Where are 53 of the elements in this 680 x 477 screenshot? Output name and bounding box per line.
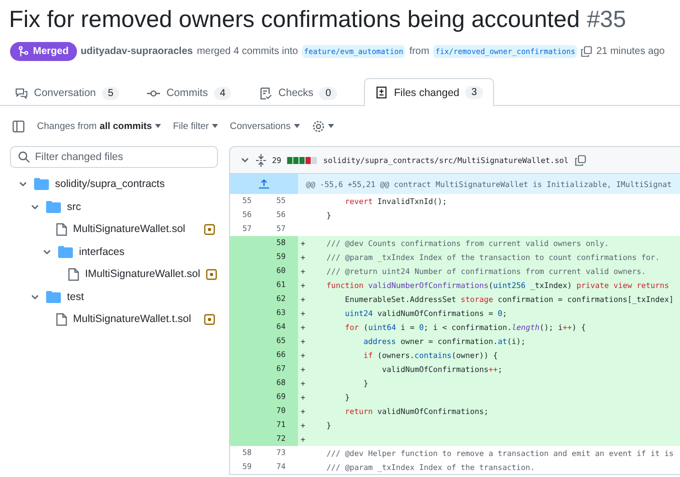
speech-bubbles-icon (15, 86, 28, 100)
caret-icon (328, 124, 334, 128)
from-label: from (409, 46, 430, 56)
folder-name[interactable]: src (67, 200, 81, 213)
file-icon (56, 312, 67, 326)
author-link[interactable]: udityadav-supraoracles (80, 46, 193, 56)
folder-name[interactable]: solidity/supra_contracts (55, 178, 165, 190)
file-diff-icon (375, 86, 388, 99)
file-name[interactable]: IMultiSignatureWallet.sol (85, 268, 200, 280)
changes-dropdown[interactable]: Changes from all commits (37, 118, 161, 134)
pr-number: #35 (586, 6, 626, 32)
tab[interactable]: Checks 0 (248, 79, 348, 106)
merged-badge: Merged (10, 42, 77, 60)
diffstat-icon (287, 156, 318, 164)
conversations-dropdown[interactable]: Conversations (230, 118, 300, 134)
tab-count: 5 (102, 86, 120, 100)
folder-icon (46, 200, 61, 213)
sidebar-toggle-icon[interactable] (12, 120, 25, 132)
folder-icon (34, 178, 49, 190)
expand-all-icon[interactable] (256, 154, 266, 166)
caret-icon (294, 124, 300, 128)
file-icon (56, 222, 67, 236)
file-icon (68, 268, 79, 281)
tab-count: 3 (465, 86, 483, 99)
checklist-icon (259, 86, 272, 100)
caret-icon (212, 124, 218, 128)
tab-count: 4 (214, 86, 232, 100)
tab[interactable]: Conversation 5 (4, 79, 130, 106)
merge-icon (18, 46, 29, 56)
file-modified-icon (206, 268, 218, 280)
search-icon (18, 151, 30, 163)
merge-time: 21 minutes ago (596, 46, 665, 56)
copy-icon[interactable] (574, 154, 586, 166)
folder-icon (46, 290, 61, 303)
folder-name[interactable]: test (67, 290, 84, 303)
file-name[interactable]: MultiSignatureWallet.t.sol (73, 313, 192, 326)
file-filter-dropdown[interactable]: File filter (172, 118, 218, 134)
file-modified-icon (204, 314, 215, 325)
pr-title: Fix for removed owners confirmations being accounted (9, 6, 580, 32)
filter-files-field[interactable]: Filter changed files (10, 146, 218, 168)
file-modified-icon (204, 224, 215, 235)
folder-icon (58, 246, 73, 258)
merge-description: merged 4 commits into (196, 46, 298, 56)
folder-name[interactable]: interfaces (79, 246, 125, 258)
caret-icon (154, 124, 161, 128)
gear-icon (312, 120, 325, 132)
expand-up-icon (259, 179, 269, 189)
tab-count: 0 (319, 86, 337, 100)
tab[interactable]: Commits 4 (136, 79, 242, 106)
tab[interactable]: Files changed 3 (364, 78, 494, 106)
copy-icon[interactable] (581, 46, 592, 56)
file-name[interactable]: MultiSignatureWallet.sol (73, 223, 186, 236)
chevron-icon[interactable] (240, 155, 250, 165)
